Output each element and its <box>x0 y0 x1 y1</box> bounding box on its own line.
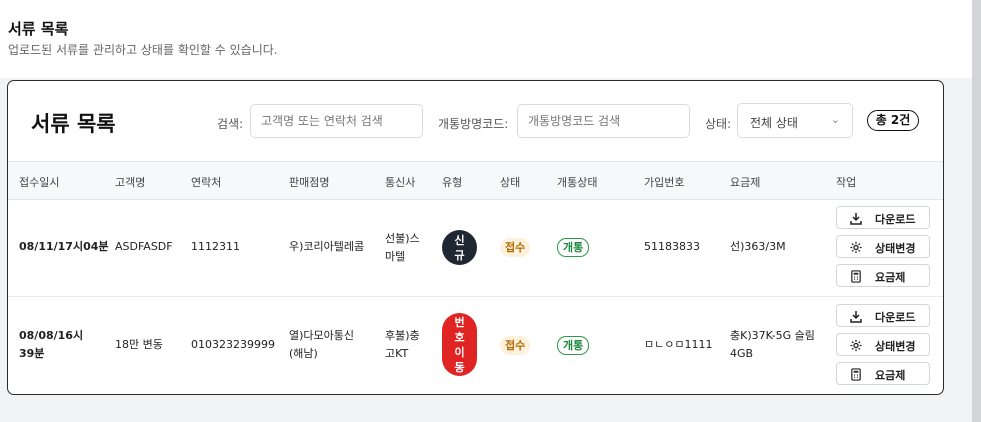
document-list-card: 서류 목록 검색: 개통방명코드: 상태: 전체 상태 ⌄ 총 2건 접수일시 … <box>7 80 944 395</box>
chevron-down-icon: ⌄ <box>830 113 840 126</box>
row-date: 08/11/17시04분 <box>19 240 109 253</box>
header-actions: 작업 <box>836 176 857 189</box>
row-subscription-no: 51183833 <box>644 240 700 253</box>
plan-label: 요금제 <box>875 370 906 382</box>
header-subscription-no: 가입번호 <box>644 176 685 189</box>
calculator-icon <box>851 270 861 283</box>
page-scrollbar-thumb[interactable] <box>972 0 981 422</box>
row-carrier: 후불)충고KT <box>385 329 420 360</box>
gear-icon <box>850 241 862 254</box>
status-badge: 접수 <box>500 336 531 355</box>
code-label: 개통방명코드: <box>438 117 509 131</box>
status-badge: 접수 <box>500 238 531 257</box>
page-subtitle: 업로드된 서류를 관리하고 상태를 확인할 수 있습니다. <box>8 43 278 57</box>
card-title: 서류 목록 <box>31 112 116 136</box>
page-title: 서류 목록 <box>8 20 69 38</box>
table-row: 08/08/16시39분 18만 변동 010323239999 열)다모아통신… <box>8 296 943 394</box>
row-date: 08/08/16시39분 <box>19 329 84 360</box>
status-label: 상태: <box>705 117 732 131</box>
type-text: 신 <box>454 233 465 247</box>
gear-icon <box>850 339 862 352</box>
row-phone: 010323239999 <box>191 338 275 351</box>
header-plan: 요금제 <box>730 176 761 189</box>
header-type: 유형 <box>442 176 463 189</box>
header-date: 접수일시 <box>19 176 60 189</box>
plan-label: 요금제 <box>875 272 906 284</box>
header-phone: 연락처 <box>191 176 222 189</box>
type-badge-new: 신 규 <box>442 230 477 265</box>
row-customer: ASDFASDF <box>115 240 173 253</box>
type-text: 이 <box>454 345 465 359</box>
plan-button[interactable]: 요금제 <box>836 362 930 385</box>
change-status-button[interactable]: 상태변경 <box>836 235 930 258</box>
row-carrier: 선불)스마텔 <box>385 232 420 263</box>
table-row: 08/11/17시04분 ASDFASDF 1112311 우)코리아텔레콤 선… <box>8 198 943 297</box>
row-customer: 18만 변동 <box>115 338 163 351</box>
change-status-label: 상태변경 <box>875 243 916 255</box>
header-status: 상태 <box>500 176 521 189</box>
row-store: 열)다모아통신(해남) <box>289 329 355 360</box>
type-text: 동 <box>454 360 465 374</box>
row-subscription-no: ㅁㄴㅇㅁ1111 <box>644 338 713 351</box>
table-header: 접수일시 고객명 연락처 판매점명 통신사 유형 상태 개통상태 가입번호 요금… <box>8 161 943 200</box>
change-status-button[interactable]: 상태변경 <box>836 333 930 356</box>
header-customer: 고객명 <box>115 176 146 189</box>
download-label: 다운로드 <box>875 312 916 324</box>
header-open-status: 개통상태 <box>557 176 598 189</box>
open-status-badge: 개통 <box>557 336 590 355</box>
status-select-value: 전체 상태 <box>750 116 798 130</box>
open-status-badge: 개통 <box>557 238 590 257</box>
download-label: 다운로드 <box>875 214 916 226</box>
type-badge-transfer: 번 호 이 동 <box>442 313 477 376</box>
row-plan: 충K)37K-5G 슬림 4GB <box>730 329 815 360</box>
search-label: 검색: <box>217 117 244 131</box>
type-text: 호 <box>454 330 465 344</box>
row-phone: 1112311 <box>191 240 240 253</box>
download-button[interactable]: 다운로드 <box>836 304 930 327</box>
row-store: 우)코리아텔레콤 <box>289 240 365 253</box>
page-header <box>0 0 972 78</box>
type-text: 규 <box>454 248 465 262</box>
total-count-badge: 총 2건 <box>867 110 919 131</box>
download-icon <box>850 213 862 225</box>
status-select[interactable]: 전체 상태 ⌄ <box>737 103 853 138</box>
calculator-icon <box>851 368 861 381</box>
row-plan: 선)363/3M <box>730 240 786 253</box>
code-search-input[interactable] <box>517 104 690 138</box>
type-text: 번 <box>454 315 465 329</box>
plan-button[interactable]: 요금제 <box>836 264 930 287</box>
download-icon <box>850 311 862 323</box>
download-button[interactable]: 다운로드 <box>836 206 930 229</box>
search-input[interactable] <box>250 104 423 138</box>
header-store: 판매점명 <box>289 176 330 189</box>
header-carrier: 통신사 <box>385 176 416 189</box>
change-status-label: 상태변경 <box>875 341 916 353</box>
